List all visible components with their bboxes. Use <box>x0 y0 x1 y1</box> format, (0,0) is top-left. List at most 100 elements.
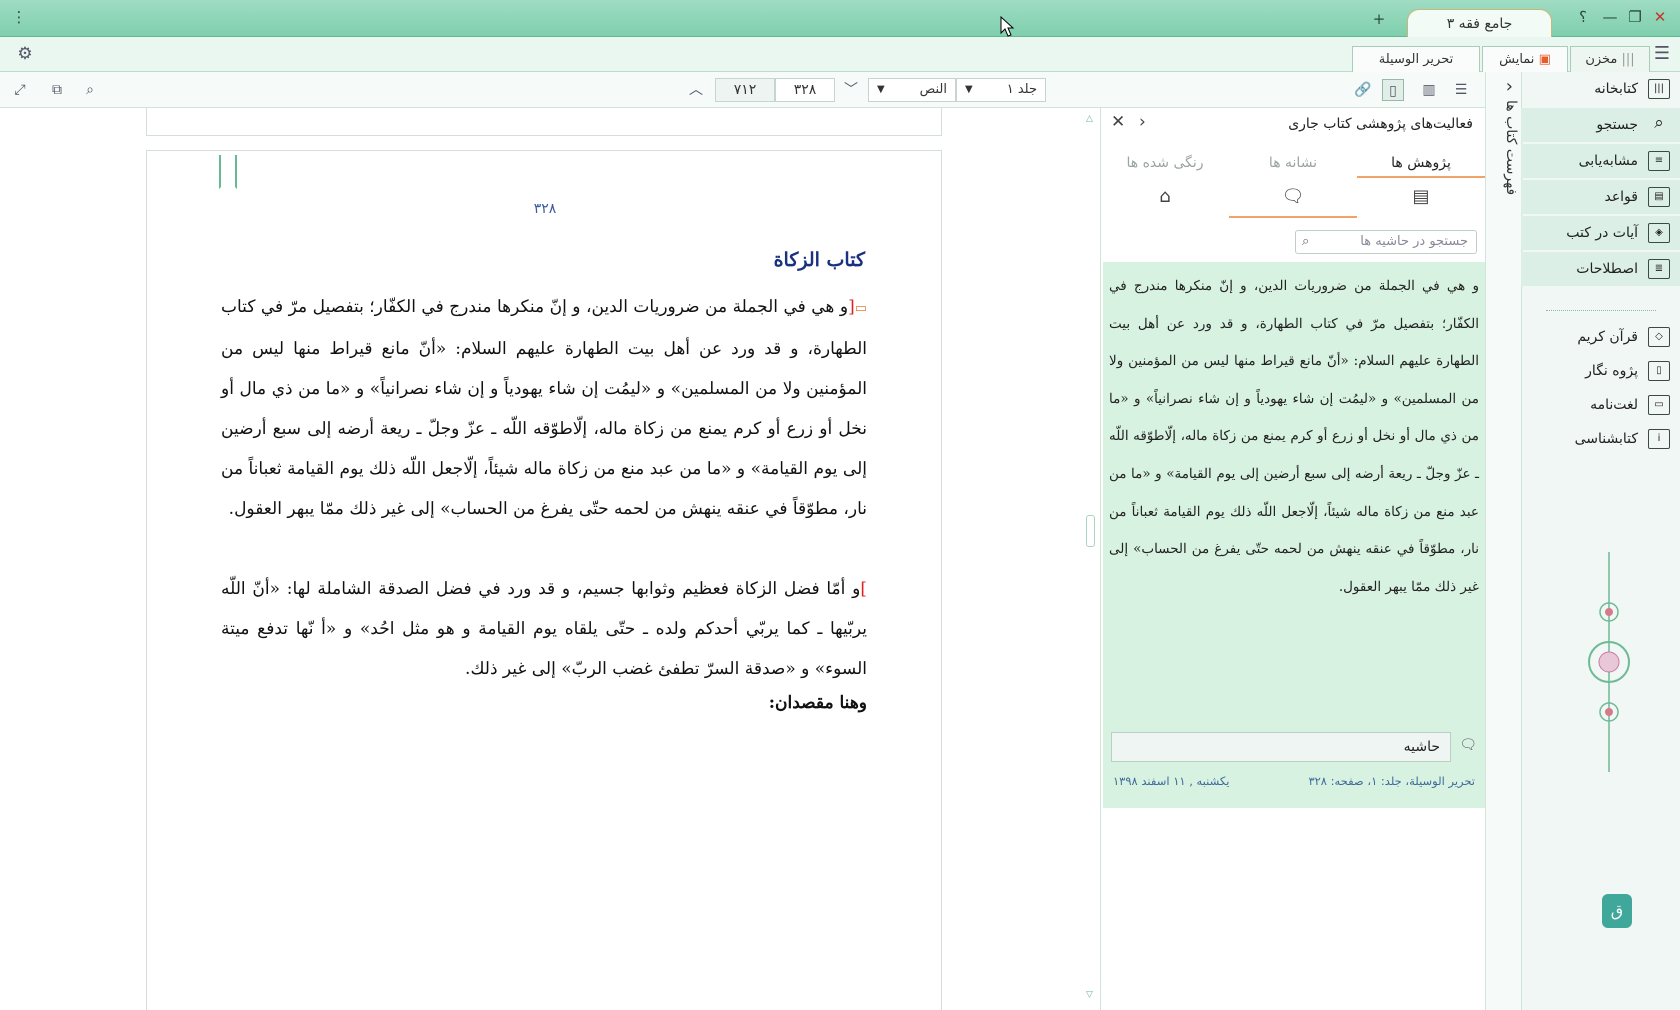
sidebar-item-notes[interactable]: ▯ پژوه نگار <box>1521 354 1680 388</box>
divider <box>1546 310 1656 311</box>
close-panel-icon[interactable]: ✕ <box>1111 112 1125 132</box>
comment-icon[interactable]: 🗨 <box>1229 186 1357 218</box>
close-button[interactable]: ✕ <box>1649 6 1671 28</box>
previous-page-edge <box>146 108 942 136</box>
document-area: ۳۲۸ كتاب الزكاة ▭[و هي في الجملة من ضرور… <box>0 108 1100 1010</box>
scrollbar-thumb[interactable] <box>1086 515 1095 547</box>
tab-store-label: مخزن <box>1585 52 1618 67</box>
expand-icon[interactable]: ⤢ <box>9 79 31 101</box>
sidebar-item-label: کتابشناسی <box>1574 431 1638 447</box>
dictionary-icon: ▭ <box>1648 395 1670 415</box>
scrollbar[interactable]: △ ▽ <box>1085 108 1097 1010</box>
volume-select[interactable]: ▼ جلد ۱ <box>956 78 1046 102</box>
search-icon[interactable]: ⌕ <box>79 79 101 101</box>
paragraph-2-text: و أمّا فضل الزكاة فعظيم وثوابها جسيم، و … <box>221 579 867 679</box>
tab-research[interactable]: پژوهش ها <box>1357 148 1485 178</box>
scroll-down-icon[interactable]: ▽ <box>1086 990 1093 1000</box>
chevron-down-icon: ▼ <box>965 84 973 95</box>
add-tab-button[interactable]: + <box>1368 8 1390 30</box>
title-bar: ⋮ جامع فقه ۳ + ؟ — ❐ ✕ <box>0 0 1680 37</box>
note-input[interactable]: حاشیه <box>1111 732 1451 762</box>
book-index-strip: › <box>1485 72 1521 1010</box>
sidebar-item-bibliography[interactable]: i کتابشناسی <box>1521 422 1680 456</box>
tag-icon[interactable]: ⌂ <box>1101 186 1229 218</box>
page-input[interactable]: ۳۲۸ <box>775 78 835 102</box>
similarity-icon: ≡ <box>1648 151 1670 171</box>
tab-bar: ⚙ تحریر الوسیلة ▣ نمایش ||| مخزن ☰ <box>0 37 1680 72</box>
sidebar-item-rules[interactable]: ▤ قواعد <box>1521 180 1680 214</box>
tab-display[interactable]: ▣ نمایش <box>1482 46 1568 72</box>
toolbar: ⤢ ⧉ ⌕ ︿ ۷۱۲ ۳۲۸ ﹀ ▼ النص ▼ جلد ۱ 🔗 ▯ ▥ ☰… <box>0 72 1521 108</box>
sidebar-item-label: قرآن کریم <box>1577 329 1638 345</box>
decorative-ornament <box>1588 552 1630 772</box>
sidebar-item-library[interactable]: ||| کتابخانه <box>1521 72 1680 106</box>
single-page-icon[interactable]: ▯ <box>1382 79 1404 101</box>
sidebar-item-label: اصطلاحات <box>1576 261 1638 277</box>
sidebar-item-search[interactable]: ⌕ جستجو <box>1521 108 1680 142</box>
restore-button[interactable]: ❐ <box>1624 6 1646 28</box>
note-card: و هي في الجملة من ضروريات الدين، و إنّ م… <box>1103 262 1485 808</box>
chevron-right-icon[interactable]: › <box>1139 112 1146 132</box>
minimize-button[interactable]: — <box>1599 6 1621 28</box>
note-date: یکشنبه , ۱۱ اسفند ۱۳۹۸ <box>1113 774 1230 788</box>
tab-bookmarks[interactable]: نشانه ها <box>1229 148 1357 178</box>
tab-highlights[interactable]: رنگی شده ها <box>1101 148 1229 178</box>
research-panel: ✕ › فعالیت‌های پژوهشی کتاب جاری پژوهش ها… <box>1100 108 1486 1010</box>
page-number: ۳۲۸ <box>533 201 557 217</box>
sidebar-item-quran[interactable]: ◇ قرآن کریم <box>1521 320 1680 354</box>
help-icon[interactable]: ؟ <box>1572 6 1594 28</box>
hamburger-menu-icon[interactable]: ☰ <box>1652 43 1672 65</box>
library-icon: ||| <box>1648 79 1670 99</box>
tab-document[interactable]: تحریر الوسیلة <box>1352 46 1480 72</box>
sidebar-item-label: پژوه نگار <box>1585 363 1638 379</box>
compare-icon[interactable]: ⧉ <box>46 79 68 101</box>
panel-title: فعالیت‌های پژوهشی کتاب جاری <box>1288 116 1473 132</box>
subheading: وهنا مقصدان: <box>768 693 867 713</box>
rules-icon: ▤ <box>1648 187 1670 207</box>
next-page-icon[interactable]: ﹀ <box>840 79 862 101</box>
quran-icon: ◇ <box>1648 327 1670 347</box>
prev-page-icon[interactable]: ︿ <box>685 79 707 101</box>
double-page-icon[interactable]: ▥ <box>1418 79 1440 101</box>
sidebar-item-dictionary[interactable]: ▭ لغت‌نامه <box>1521 388 1680 422</box>
search-icon: ⌕ <box>1302 234 1310 249</box>
store-icon: ||| <box>1621 52 1635 67</box>
sidebar-item-label: آیات در کتب <box>1566 225 1638 241</box>
bracket-mark: ] <box>860 579 867 599</box>
sidebar-item-terms[interactable]: ≣ اصطلاحات <box>1521 252 1680 286</box>
chevron-right-icon[interactable]: › <box>1506 76 1513 97</box>
sidebar-item-similarity[interactable]: ≡ مشابه‌یابی <box>1521 144 1680 178</box>
menu-icon[interactable]: ⋮ <box>8 6 30 28</box>
app-tab[interactable]: جامع فقه ۳ <box>1407 9 1552 37</box>
bookmark-icon[interactable] <box>219 155 237 189</box>
bracket-mark: [ <box>848 297 855 317</box>
book-index-label[interactable]: فهرست کتاب ها <box>1489 100 1519 210</box>
panel-search-placeholder: جستجو در حاشیه ها <box>1360 234 1468 249</box>
section-select[interactable]: ▼ النص <box>868 78 956 102</box>
comment-icon[interactable]: ▭ <box>855 301 867 316</box>
sidebar: ||| کتابخانه ⌕ جستجو ≡ مشابه‌یابی ▤ قواع… <box>1521 72 1680 1010</box>
terms-icon: ≣ <box>1648 259 1670 279</box>
display-icon: ▣ <box>1538 52 1551 67</box>
note-source: تحریر الوسیلة، جلد: ۱، صفحه: ۳۲۸ <box>1308 774 1475 788</box>
volume-select-value: جلد ۱ <box>1006 82 1037 97</box>
search-icon: ⌕ <box>1654 113 1664 133</box>
paragraph-1-text: و هي في الجملة من ضروريات الدين، و إنّ م… <box>221 297 867 519</box>
sidebar-item-label: لغت‌نامه <box>1590 397 1638 413</box>
tab-store[interactable]: ||| مخزن <box>1570 46 1650 72</box>
scroll-up-icon[interactable]: △ <box>1086 114 1093 124</box>
settings-gear-icon[interactable]: ⚙ <box>14 43 36 65</box>
document-page: ۳۲۸ كتاب الزكاة ▭[و هي في الجملة من ضرور… <box>146 150 942 1010</box>
app-logo-icon: ق <box>1602 894 1632 928</box>
tab-display-label: نمایش <box>1499 52 1535 67</box>
link-icon[interactable]: 🔗 <box>1352 79 1374 101</box>
panel-search-input[interactable]: جستجو در حاشیه ها ⌕ <box>1295 230 1477 254</box>
notes-list-icon[interactable]: ▤ <box>1357 186 1485 218</box>
list-view-icon[interactable]: ☰ <box>1450 79 1472 101</box>
sidebar-item-verses[interactable]: ◈ آیات در کتب <box>1521 216 1680 250</box>
verses-icon: ◈ <box>1648 223 1670 243</box>
sidebar-item-label: جستجو <box>1596 117 1638 133</box>
chevron-down-icon: ▼ <box>877 84 885 95</box>
tab-document-label: تحریر الوسیلة <box>1378 52 1454 67</box>
paragraph-2: ]و أمّا فضل الزكاة فعظيم وثوابها جسيم، و… <box>221 569 867 689</box>
